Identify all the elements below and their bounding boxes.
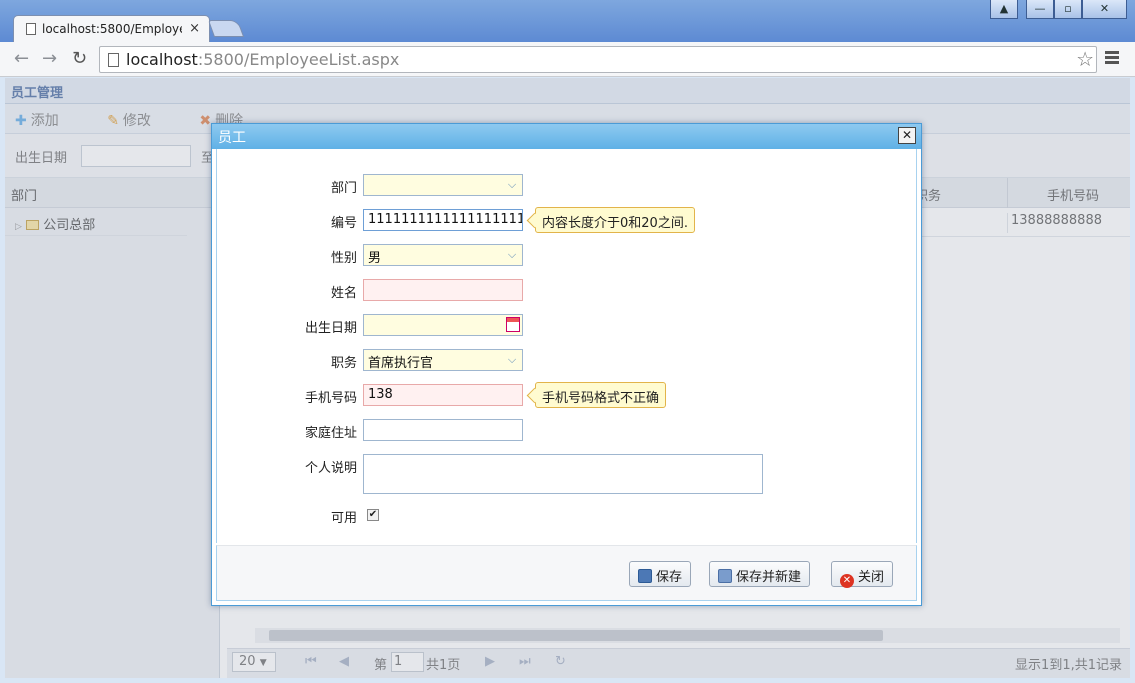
address-bar[interactable]: localhost:5800/EmployeeList.aspx ☆ bbox=[99, 46, 1097, 73]
department-select[interactable]: ⌵ bbox=[363, 174, 523, 196]
close-button[interactable]: ✕ 关闭 bbox=[831, 561, 894, 588]
close-label: 关闭 bbox=[858, 570, 885, 585]
save-new-label: 保存并新建 bbox=[736, 570, 802, 585]
maximize-button[interactable]: ▫ bbox=[1054, 0, 1082, 19]
dialog-header: 员工 ✕ bbox=[212, 124, 921, 149]
position-value: 首席执行官 bbox=[368, 356, 434, 371]
forward-arrow-icon[interactable]: → bbox=[42, 48, 57, 69]
dialog-title: 员工 bbox=[218, 130, 246, 146]
position-select[interactable]: 首席执行官 ⌵ bbox=[363, 349, 523, 371]
chevron-down-icon[interactable]: ⌵ bbox=[503, 246, 521, 264]
birthday-input[interactable] bbox=[363, 314, 523, 336]
dialog-close-icon[interactable]: ✕ bbox=[898, 127, 916, 144]
page-icon bbox=[108, 53, 119, 67]
chevron-down-icon[interactable]: ⌵ bbox=[503, 176, 521, 194]
gender-label: 性别 bbox=[330, 251, 357, 266]
department-label: 部门 bbox=[330, 181, 357, 196]
enabled-checkbox[interactable]: ✔ bbox=[367, 509, 379, 521]
address-input[interactable] bbox=[363, 419, 523, 441]
browser-tab[interactable]: localhost:5800/Employee × bbox=[13, 15, 210, 42]
reload-icon[interactable]: ↻ bbox=[72, 48, 87, 69]
birthday-label: 出生日期 bbox=[304, 321, 357, 336]
save-disk-icon bbox=[638, 569, 652, 583]
browser-titlebar: localhost:5800/Employee × ▲ — ▫ ✕ bbox=[0, 0, 1135, 42]
close-red-icon: ✕ bbox=[840, 574, 854, 588]
name-input[interactable] bbox=[363, 279, 523, 301]
position-label: 职务 bbox=[330, 356, 357, 371]
remark-label: 个人说明 bbox=[304, 461, 357, 476]
back-arrow-icon[interactable]: ← bbox=[14, 48, 29, 69]
page-icon bbox=[26, 23, 36, 35]
dialog-footer: 保存 保存并新建 ✕ 关闭 bbox=[216, 545, 917, 601]
code-input[interactable]: 111111111111111111111 bbox=[363, 209, 523, 231]
address-label: 家庭住址 bbox=[304, 426, 357, 441]
code-validation-tip: 内容长度介于0和20之间. bbox=[535, 207, 695, 233]
url-host: localhost bbox=[126, 50, 198, 69]
window-controls: ▲ — ▫ ✕ bbox=[990, 0, 1127, 20]
chevron-down-icon[interactable]: ⌵ bbox=[503, 351, 521, 369]
url-path: :5800/EmployeeList.aspx bbox=[197, 50, 400, 69]
save-and-new-button[interactable]: 保存并新建 bbox=[709, 561, 811, 587]
remark-textarea[interactable] bbox=[363, 454, 763, 494]
code-label: 编号 bbox=[330, 216, 357, 231]
save-label: 保存 bbox=[656, 570, 683, 585]
mobile-label: 手机号码 bbox=[304, 391, 357, 406]
user-icon[interactable]: ▲ bbox=[990, 0, 1018, 19]
dialog-form: 部门 ⌵ 编号 111111111111111111111 内容长度介于0和20… bbox=[216, 149, 917, 543]
bookmark-star-icon[interactable]: ☆ bbox=[1076, 47, 1094, 71]
new-tab-button[interactable] bbox=[207, 20, 245, 37]
save-new-icon bbox=[718, 569, 732, 583]
minimize-button[interactable]: — bbox=[1026, 0, 1054, 19]
mobile-validation-tip: 手机号码格式不正确 bbox=[535, 382, 667, 408]
name-label: 姓名 bbox=[330, 286, 357, 301]
tab-close-icon[interactable]: × bbox=[189, 21, 200, 36]
menu-icon[interactable] bbox=[1105, 51, 1119, 66]
save-button[interactable]: 保存 bbox=[629, 561, 692, 587]
window-close-button[interactable]: ✕ bbox=[1082, 0, 1127, 19]
tab-title: localhost:5800/Employee bbox=[42, 22, 182, 36]
calendar-icon[interactable] bbox=[506, 317, 520, 332]
gender-value: 男 bbox=[368, 251, 382, 266]
enabled-label: 可用 bbox=[330, 511, 357, 526]
browser-toolbar: ← → ↻ localhost:5800/EmployeeList.aspx ☆ bbox=[0, 42, 1135, 77]
gender-select[interactable]: 男 ⌵ bbox=[363, 244, 523, 266]
mobile-input[interactable]: 138 bbox=[363, 384, 523, 406]
employee-dialog: 员工 ✕ 部门 ⌵ 编号 111111111111111111111 内容长度介… bbox=[211, 123, 922, 606]
